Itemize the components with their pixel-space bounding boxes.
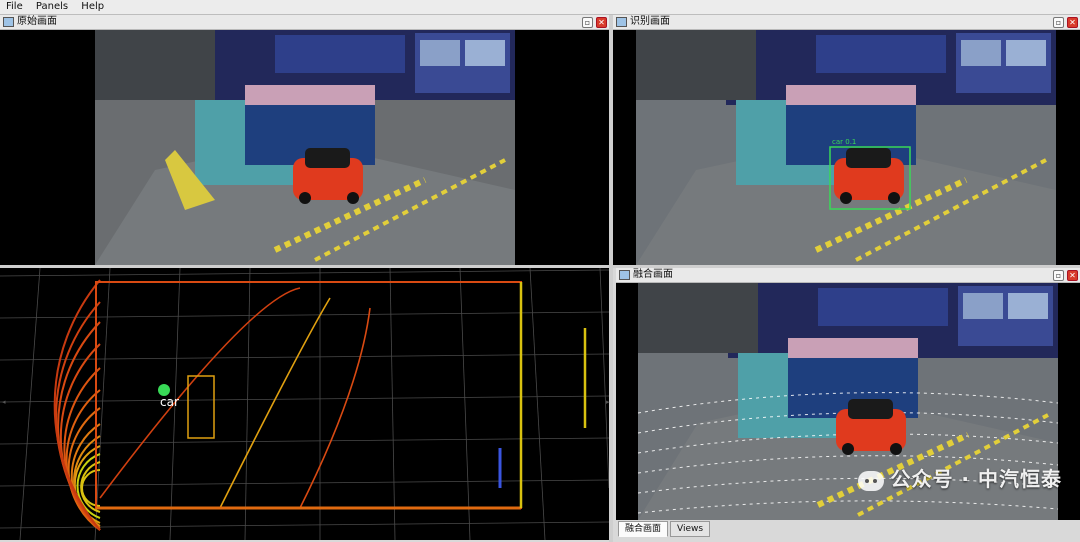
- raw-panel-titlebar: 原始画面 ▫ ✕: [0, 15, 609, 30]
- fusion-camera-view: 公众号 · 中汽恒泰: [616, 283, 1080, 520]
- menu-panels[interactable]: Panels: [30, 0, 72, 14]
- raw-panel-title: 原始画面: [17, 16, 57, 27]
- raw-camera-view: [0, 30, 609, 265]
- menu-help[interactable]: Help: [75, 0, 108, 14]
- float-panel-button[interactable]: ▫: [582, 17, 593, 28]
- wechat-icon: [858, 470, 885, 491]
- menu-bar: File Panels Help: [0, 0, 1080, 15]
- detection-panel: 识别画面 ▫ ✕ car 0.1: [613, 15, 1080, 265]
- float-panel-button[interactable]: ▫: [1053, 17, 1064, 28]
- lidar-object-label: car: [160, 395, 179, 409]
- fusion-panel-title: 融合画面: [633, 269, 673, 280]
- collapse-left-arrow-icon[interactable]: ◂: [2, 398, 6, 406]
- collapse-right-arrow-icon[interactable]: ▸: [606, 398, 610, 406]
- detection-camera-view: car 0.1: [613, 30, 1080, 265]
- horizontal-splitter[interactable]: [0, 265, 1080, 268]
- detect-panel-title: 识别画面: [630, 16, 670, 27]
- watermark: 公众号 · 中汽恒泰: [858, 463, 1062, 492]
- close-panel-button[interactable]: ✕: [1067, 17, 1078, 28]
- fusion-panel-titlebar: 融合画面 ▫ ✕: [616, 268, 1080, 283]
- lidar-3d-view[interactable]: car: [0, 268, 609, 540]
- close-panel-button[interactable]: ✕: [1067, 270, 1078, 281]
- window-icon: [3, 17, 14, 27]
- detection-label: car 0.1: [832, 138, 856, 146]
- close-panel-button[interactable]: ✕: [596, 17, 607, 28]
- window-icon: [619, 270, 630, 280]
- vertical-splitter[interactable]: [609, 15, 613, 542]
- float-panel-button[interactable]: ▫: [1053, 270, 1064, 281]
- lidar-pointcloud-panel[interactable]: car: [0, 268, 609, 540]
- tab-fusion[interactable]: 融合画面: [618, 521, 669, 537]
- fusion-panel: 融合画面 ▫ ✕ 公众号 · 中汽恒泰: [616, 268, 1080, 520]
- bottom-tab-bar: 融合画面 Views: [618, 521, 712, 537]
- watermark-text: 公众号 · 中汽恒泰: [890, 467, 1062, 491]
- window-icon: [616, 17, 627, 27]
- tab-views[interactable]: Views: [670, 521, 711, 537]
- raw-image-panel: 原始画面 ▫ ✕: [0, 15, 609, 265]
- detect-panel-titlebar: 识别画面 ▫ ✕: [613, 15, 1080, 30]
- menu-file[interactable]: File: [0, 0, 27, 14]
